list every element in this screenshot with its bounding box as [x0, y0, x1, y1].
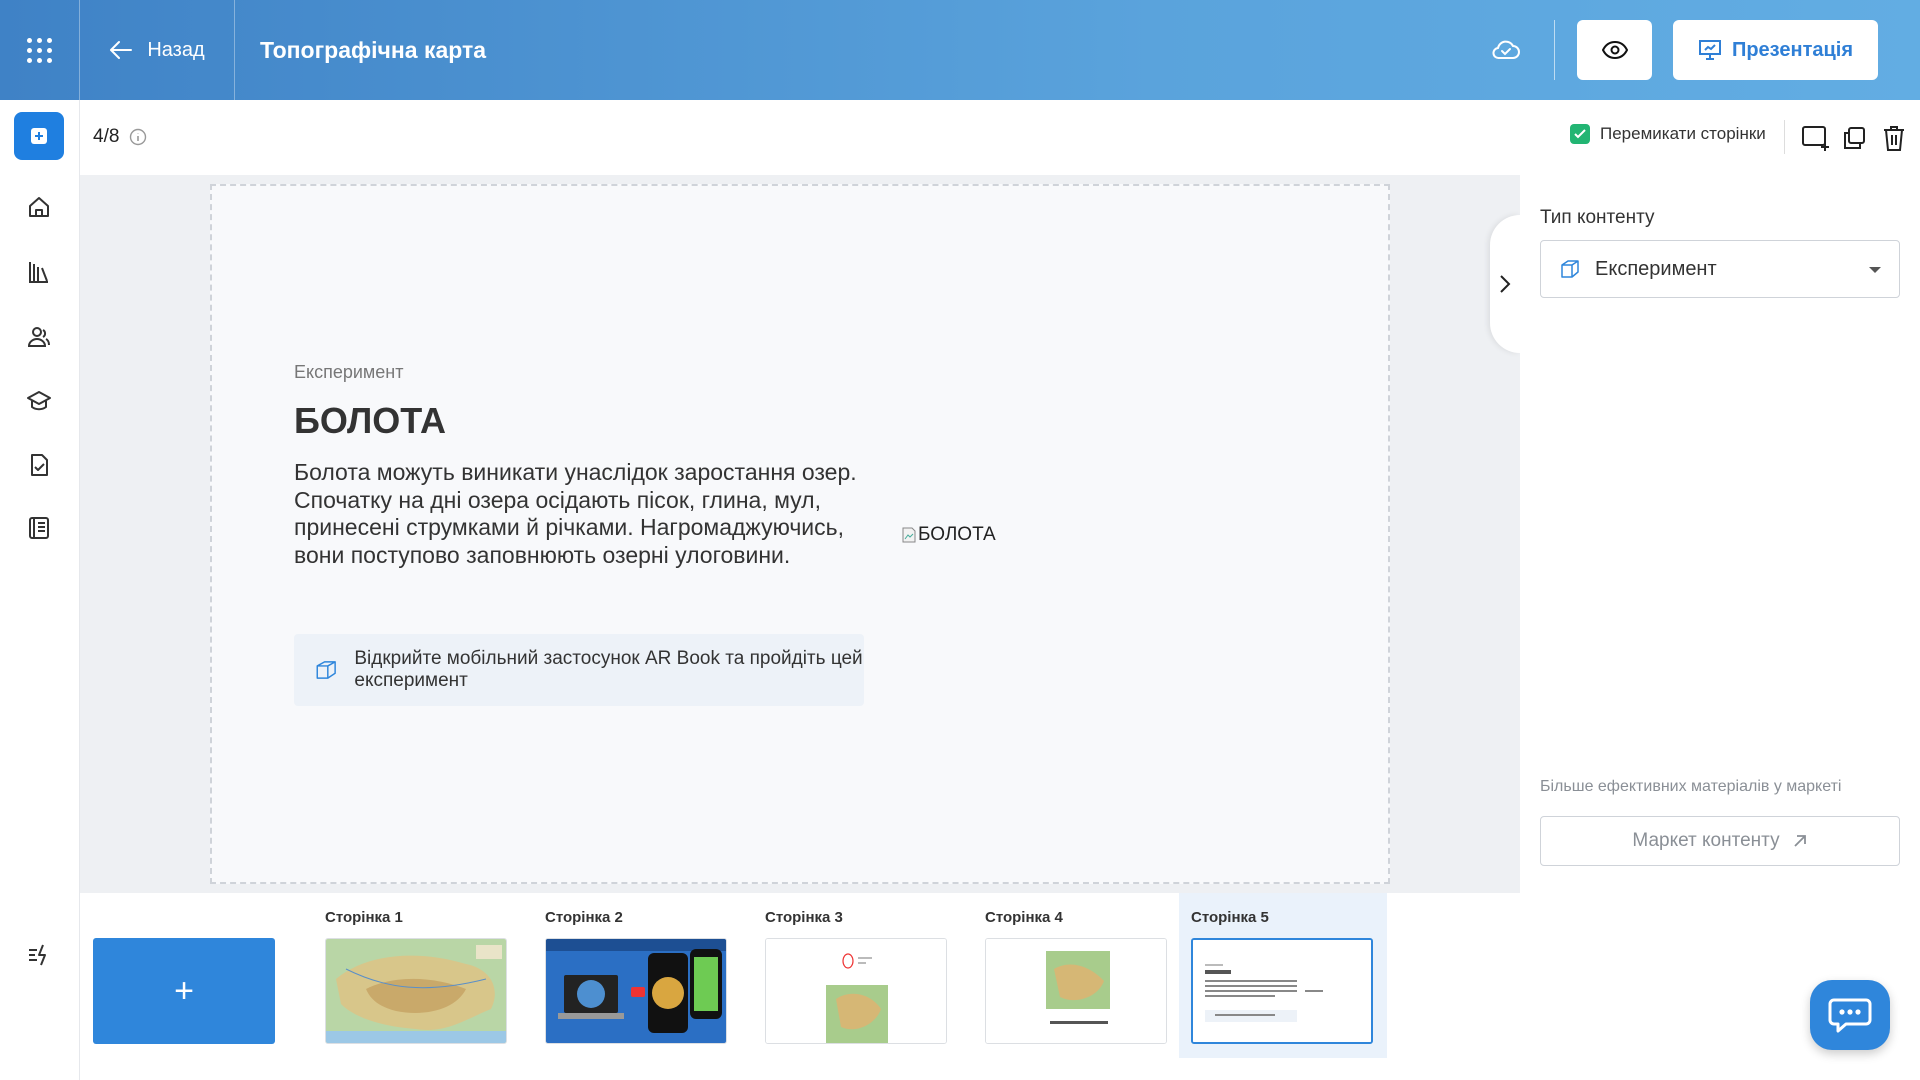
page-thumbnail-2[interactable]: Сторінка 2 [533, 893, 741, 1058]
panel-collapse-button[interactable] [1490, 215, 1520, 353]
page-thumbnail-image [325, 938, 507, 1044]
page-thumbnail-image [985, 938, 1167, 1044]
info-icon[interactable] [129, 128, 147, 146]
home-icon [29, 197, 49, 217]
document-title: Топографічна карта [260, 36, 487, 63]
cube-icon [1561, 260, 1579, 278]
tasks-icon [31, 454, 48, 476]
back-button[interactable]: Назад [80, 0, 235, 100]
slide-image: БОЛОТА [902, 524, 996, 546]
add-square-icon [31, 128, 47, 144]
journal-icon [29, 517, 49, 539]
arrow-left-icon [110, 41, 133, 59]
check-icon [1574, 129, 1586, 139]
chevron-right-icon [1500, 275, 1511, 293]
page-thumbnail-4[interactable]: Сторінка 4 [973, 893, 1181, 1058]
slide-image-alt: БОЛОТА [918, 524, 996, 545]
switch-pages-checkbox[interactable] [1570, 124, 1590, 144]
sidebar-item-journal[interactable] [24, 513, 54, 543]
page-thumbnail-1[interactable]: Сторінка 1 [313, 893, 521, 1058]
presentation-button[interactable]: Презентація [1673, 20, 1878, 80]
chevron-down-icon [1869, 267, 1881, 273]
properties-panel: Тип контенту Експеримент Більше ефективн… [1520, 175, 1920, 1080]
sidebar-quick-actions[interactable] [24, 940, 54, 970]
external-link-icon [1793, 835, 1806, 847]
left-sidebar [0, 100, 80, 1080]
add-page-button[interactable]: + [93, 938, 275, 1044]
preview-button[interactable] [1577, 20, 1652, 80]
create-button[interactable] [14, 112, 64, 160]
delete-page-button[interactable] [1878, 122, 1910, 154]
trash-icon [1884, 126, 1904, 151]
courses-icon [27, 391, 51, 411]
slide-content-type: Експеримент [294, 362, 404, 382]
broken-image-icon [902, 527, 916, 543]
add-page-icon [1802, 126, 1829, 151]
top-bar: Назад Топографічна карта Презентація [0, 0, 1920, 100]
page-thumbnail-3[interactable]: Сторінка 3 [753, 893, 961, 1058]
apps-menu-button[interactable] [0, 0, 80, 100]
presentation-icon [1698, 40, 1721, 60]
ar-notice: Відкрийте мобільний застосунок AR Book т… [294, 634, 864, 706]
cube-icon [316, 661, 336, 679]
users-icon [27, 327, 50, 347]
sidebar-item-courses[interactable] [24, 386, 54, 416]
page-thumbnail-image [1191, 938, 1373, 1044]
sidebar-item-tasks[interactable] [24, 450, 54, 480]
page-counter: 4/8 [93, 126, 147, 148]
chat-icon [1828, 998, 1872, 1033]
content-type-label: Тип контенту [1540, 207, 1655, 228]
page-counter-value: 4/8 [93, 126, 120, 147]
sidebar-item-library[interactable] [24, 257, 54, 287]
toolbar-divider [1784, 120, 1785, 154]
content-market-button[interactable]: Маркет контенту [1540, 816, 1900, 866]
page-thumbnail-label: Сторінка 1 [325, 909, 403, 926]
content-type-select[interactable]: Експеримент [1540, 240, 1900, 298]
slide-canvas[interactable]: Експеримент БОЛОТА Болота можуть виникат… [210, 184, 1390, 884]
content-type-value: Експеримент [1595, 257, 1717, 280]
ar-notice-text: Відкрийте мобільний застосунок AR Book т… [354, 648, 863, 691]
slide-body-text: Болота можуть виникати унаслідок зароста… [294, 459, 857, 568]
sidebar-item-home[interactable] [24, 192, 54, 222]
header-divider [1554, 20, 1555, 80]
page-thumbnail-label: Сторінка 3 [765, 909, 843, 926]
switch-pages-toggle[interactable]: Перемикати сторінки [1570, 124, 1766, 144]
page-thumbnail-image [545, 938, 727, 1044]
cloud-check-icon[interactable] [1490, 34, 1522, 66]
chat-support-button[interactable] [1810, 980, 1890, 1050]
market-note: Більше ефективних матеріалів у маркеті [1540, 778, 1842, 795]
add-page-tool-button[interactable] [1800, 122, 1832, 154]
content-market-label: Маркет контенту [1632, 830, 1780, 851]
page-thumbnail-label: Сторінка 2 [545, 909, 623, 926]
page-thumbnail-label: Сторінка 5 [1191, 909, 1269, 926]
page-thumbnail-label: Сторінка 4 [985, 909, 1063, 926]
back-label: Назад [147, 38, 205, 61]
duplicate-icon [1844, 127, 1865, 149]
presentation-label: Презентація [1731, 38, 1854, 61]
sidebar-item-users[interactable] [24, 322, 54, 352]
page-thumbnail-5[interactable]: Сторінка 5 [1179, 893, 1387, 1058]
switch-pages-label: Перемикати сторінки [1600, 124, 1766, 143]
apps-grid-icon [27, 37, 52, 63]
quick-actions-icon [29, 944, 46, 966]
eye-icon [1601, 41, 1628, 59]
duplicate-page-button[interactable] [1838, 122, 1870, 154]
page-thumbnails: + Сторінка 1 Сторінка 2 Сторінка 3 Сторі… [80, 893, 1520, 1080]
library-icon [29, 262, 48, 283]
page-thumbnail-image [765, 938, 947, 1044]
slide-title: БОЛОТА [294, 400, 446, 441]
